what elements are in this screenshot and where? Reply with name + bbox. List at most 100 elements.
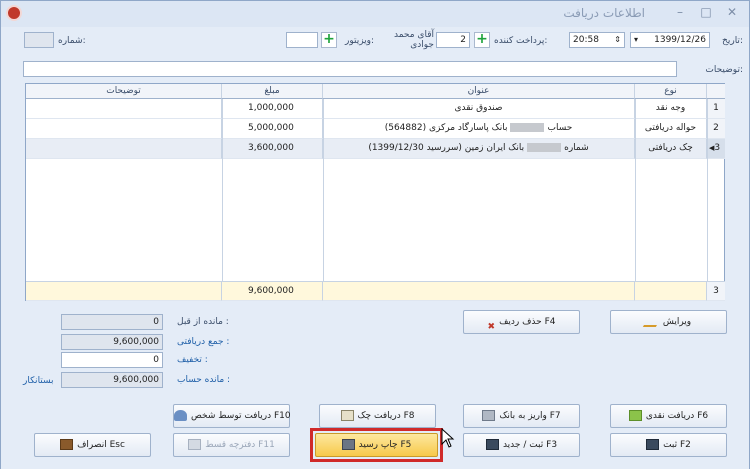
column-divider [635,99,636,281]
delete-x-icon: ✖ [487,322,496,332]
time-spin-icon[interactable]: ⇕ [614,33,621,47]
header-type[interactable]: نوع [635,84,707,99]
add-visitor-plus-icon[interactable]: + [321,32,337,48]
maximize-button[interactable]: □ [697,4,715,20]
book-icon [188,439,202,450]
receipt-window: اطلاعات دریافت – □ ✕ تاریخ: 1399/12/26 ▾ … [0,0,750,469]
description-field[interactable] [23,61,677,77]
close-button[interactable]: ✕ [723,4,741,20]
balance-status: بستانکار [23,376,54,386]
number-label: شماره: [58,36,86,46]
footer-count: 3 [707,281,725,301]
date-label: تاریخ: [722,36,743,46]
dropdown-icon[interactable]: ▾ [634,33,638,47]
column-divider [222,99,223,281]
payer-label: پرداخت کننده: [494,36,548,46]
exit-door-icon [60,439,74,450]
title-bar: اطلاعات دریافت – □ ✕ [1,1,749,27]
mouse-cursor-icon [441,428,455,448]
header-title[interactable]: عنوان [323,84,635,99]
visitor-label: ویزیتور: [345,36,375,46]
cell-amount[interactable]: 1,000,000 [222,99,323,119]
check-icon [340,410,354,421]
save-new-button[interactable]: ثبت / جدید F3 [463,433,580,457]
header-amount[interactable]: مبلغ [222,84,323,99]
header-index [707,84,725,99]
column-divider [707,99,708,281]
cell-title[interactable]: شماره بانک ایران زمین (سررسید 1399/12/30) [323,139,635,159]
description-label: توضیحات: [705,65,743,75]
person-button-label: دریافت توسط شخص F10 [191,411,291,421]
prev-balance-label: مانده از قبل : [177,317,229,327]
save-button[interactable]: ثبت F2 [610,433,727,457]
account-balance-label: مانده حساب : [177,375,231,385]
discount-label: تخفیف : [177,355,208,365]
total-received-label: جمع دریافتی : [177,337,230,347]
redacted-block [510,123,545,132]
date-value: 1399/12/26 [654,35,706,45]
total-received-field[interactable]: 9,600,000 [61,334,163,350]
cell-notes[interactable] [26,139,222,159]
cell-type[interactable]: وجه نقد [635,99,707,119]
highlight-box [310,428,443,462]
prev-balance-field[interactable]: 0 [61,314,163,330]
account-balance-field[interactable]: 9,600,000 [61,372,163,388]
items-grid: توضیحات مبلغ عنوان نوع 1,000,000 صندوق ن… [25,83,725,301]
discount-field[interactable]: 0 [61,352,163,368]
cell-amount[interactable]: 3,600,000 [222,139,323,159]
cancel-button[interactable]: انصراف Esc [34,433,151,457]
title-suffix: بانک ایران زمین (سررسید 1399/12/30) [368,143,525,153]
row-number: ◀3 [707,139,725,159]
cash-receipt-button[interactable]: دریافت نقدی F6 [610,404,727,428]
installment-book-button[interactable]: دفترچه قسط F11 [173,433,290,457]
save-button-label: ثبت F2 [663,440,691,450]
footer-total: 9,600,000 [222,281,323,301]
visitor-field[interactable] [286,32,318,48]
save-icon [646,439,660,450]
title-suffix: بانک پاسارگاد مرکزی (564882) [384,123,508,133]
cell-title[interactable]: حساب بانک پاسارگاد مرکزی (564882) [323,119,635,139]
payer-name: آقای محمد جوادی [394,30,435,50]
cell-notes[interactable] [26,119,222,139]
cell-type[interactable]: حواله دریافتی [635,119,707,139]
bank-deposit-button[interactable]: واریز به بانک F7 [463,404,580,428]
payer-code-field[interactable]: 2 [436,32,470,48]
app-icon [6,5,22,21]
cell-type[interactable]: چک دریافتی [635,139,707,159]
receive-by-person-button[interactable]: دریافت توسط شخص F10 [173,404,291,428]
footer-type [635,281,707,301]
date-field[interactable]: 1399/12/26 ▾ [630,32,710,48]
check-button-label: دریافت چک F8 [357,411,415,421]
cell-notes[interactable] [26,99,222,119]
delete-row-button-label: حذف ردیف F4 [499,317,556,327]
header-notes[interactable]: توضیحات [26,84,222,99]
cell-amount[interactable]: 5,000,000 [222,119,323,139]
cell-title[interactable]: صندوق نقدی [323,99,635,119]
cash-icon [628,410,642,421]
title-prefix: حساب [547,123,573,133]
bank-icon [482,410,496,421]
edit-button[interactable]: ویرایش [610,310,727,334]
footer-title [323,281,635,301]
row-number: 1 [707,99,725,119]
time-field[interactable]: 20:58 ⇕ [569,32,625,48]
number-field[interactable] [24,32,54,48]
installment-button-label: دفترچه قسط F11 [205,440,275,450]
window-title: اطلاعات دریافت [563,6,645,20]
cancel-button-label: انصراف Esc [77,440,125,450]
person-icon [174,410,187,421]
title-prefix: شماره [564,143,589,153]
check-receipt-button[interactable]: دریافت چک F8 [319,404,436,428]
cash-button-label: دریافت نقدی F6 [645,411,709,421]
delete-row-button[interactable]: ✖ حذف ردیف F4 [463,310,580,334]
time-value: 20:58 [573,35,599,45]
add-payer-plus-icon[interactable]: + [474,32,490,48]
edit-button-label: ویرایش [662,317,692,327]
column-divider [323,99,324,281]
row-number: 2 [707,119,725,139]
save-new-button-label: ثبت / جدید F3 [502,440,558,450]
minimize-button[interactable]: – [671,4,689,20]
row-number-value: 3 [714,143,721,153]
footer-notes [26,281,222,301]
pencil-icon [642,316,663,327]
